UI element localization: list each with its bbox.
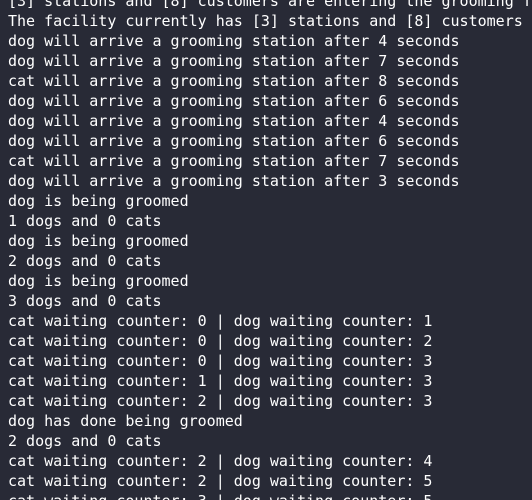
terminal-line: dog will arrive a grooming station after… [8,132,460,150]
terminal-line: dog will arrive a grooming station after… [8,172,460,190]
terminal-line: cat will arrive a grooming station after… [8,72,460,90]
terminal-line: dog will arrive a grooming station after… [8,52,460,70]
terminal-line: cat waiting counter: 0 | dog waiting cou… [8,332,433,350]
terminal-line: The facility currently has [3] stations … [8,12,523,30]
terminal-line: dog is being groomed [8,192,189,210]
terminal-line: cat waiting counter: 0 | dog waiting cou… [8,312,433,330]
terminal-line: [3] stations and [8] customers are enter… [8,0,532,10]
terminal-line: dog is being groomed [8,232,189,250]
terminal-line: cat waiting counter: 3 | dog waiting cou… [8,491,532,500]
terminal-line: dog will arrive a grooming station after… [8,112,460,130]
terminal-line: 3 dogs and 0 cats [8,292,162,310]
terminal-line: cat waiting counter: 2 | dog waiting cou… [8,472,433,490]
terminal-line: cat waiting counter: 1 | dog waiting cou… [8,372,433,390]
terminal-line: dog has done being groomed [8,412,243,430]
terminal-lines: [3] stations and [8] customers are enter… [8,0,532,500]
terminal-line: cat waiting counter: 2 | dog waiting cou… [8,392,433,410]
terminal-line: cat waiting counter: 2 | dog waiting cou… [8,452,433,470]
terminal-line: cat waiting counter: 0 | dog waiting cou… [8,352,433,370]
terminal-line: dog will arrive a grooming station after… [8,92,460,110]
terminal-line: 2 dogs and 0 cats [8,252,162,270]
terminal-line: dog will arrive a grooming station after… [8,32,460,50]
terminal-line: cat will arrive a grooming station after… [8,152,460,170]
terminal-line: dog is being groomed [8,272,189,290]
terminal-line: 1 dogs and 0 cats [8,212,162,230]
terminal-output[interactable]: [3] stations and [8] customers are enter… [0,0,532,500]
terminal-line: 2 dogs and 0 cats [8,432,162,450]
